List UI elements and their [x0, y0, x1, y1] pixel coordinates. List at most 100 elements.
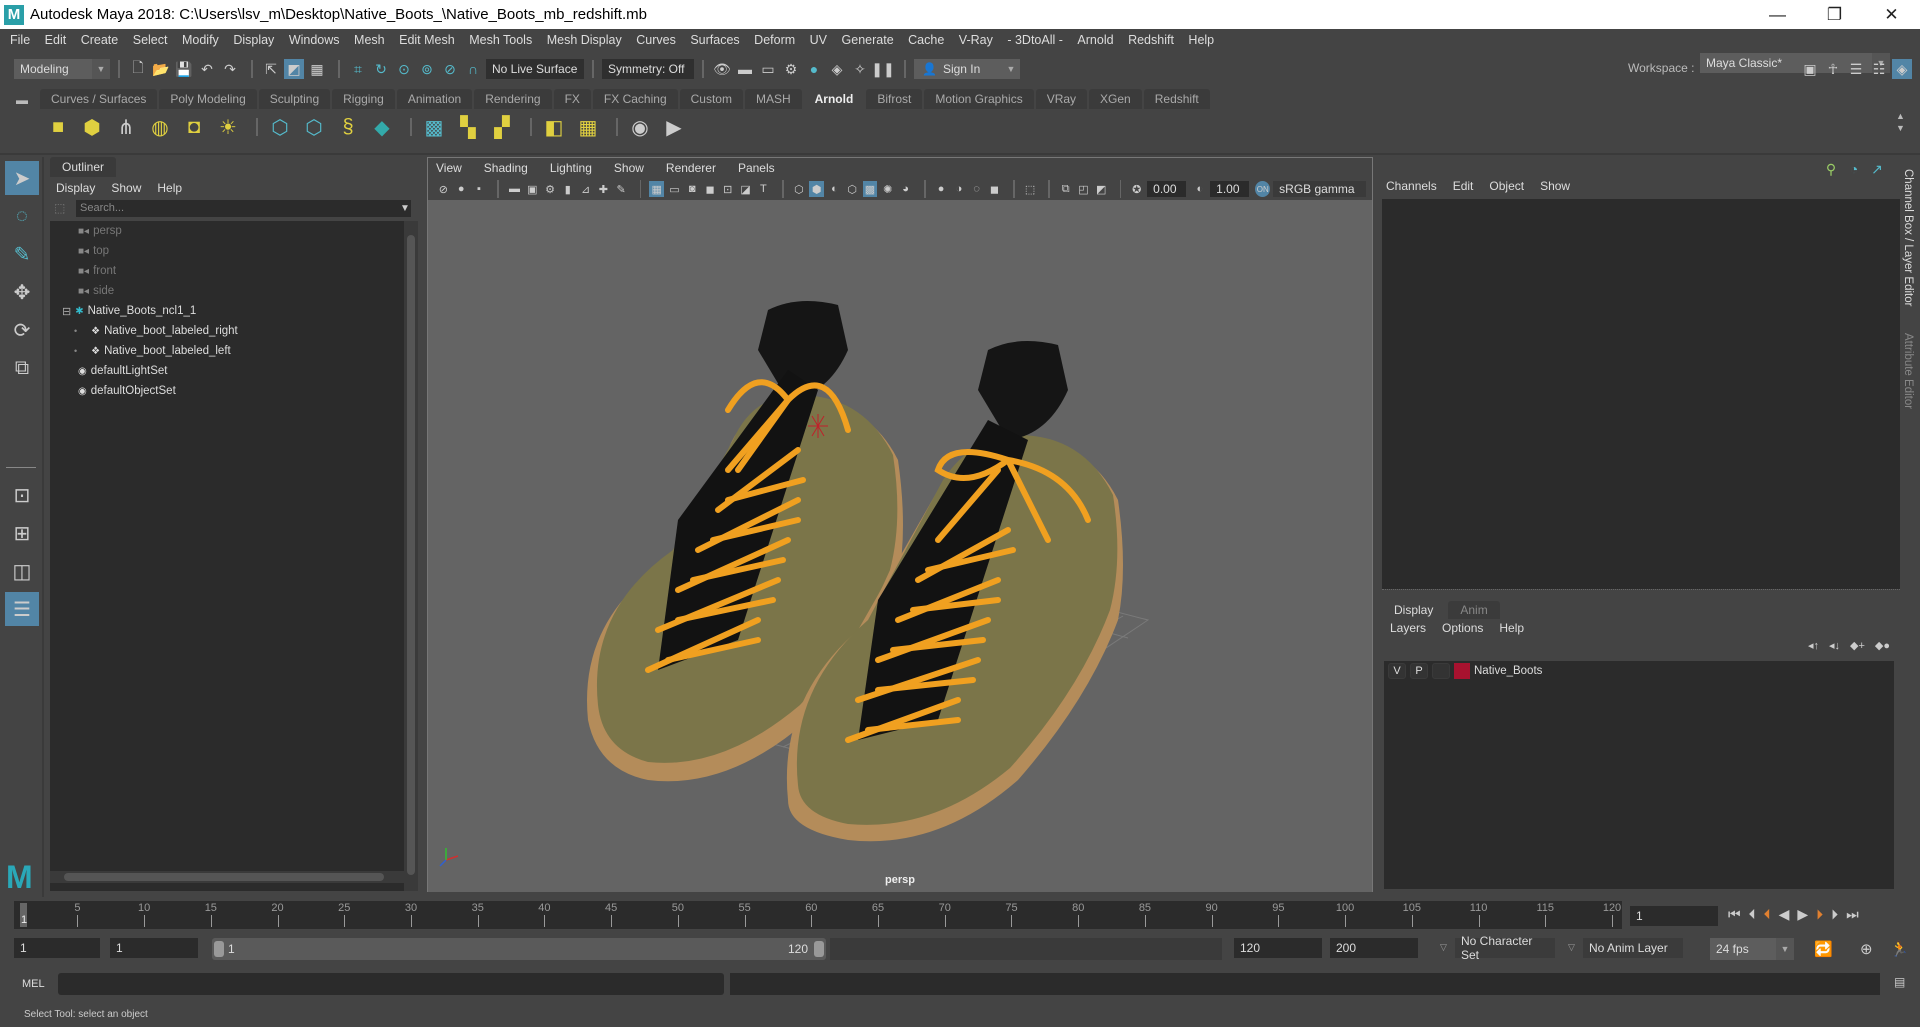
- area-light-icon[interactable]: ■: [44, 113, 72, 141]
- outliner-menu-display[interactable]: Display: [56, 181, 95, 195]
- menu-display[interactable]: Display: [233, 33, 274, 47]
- xray-icon[interactable]: ⧉: [1058, 181, 1073, 197]
- select-component-icon[interactable]: ▦: [307, 59, 327, 79]
- open-scene-icon[interactable]: 📂: [151, 59, 171, 79]
- shelf-tab-fx-caching[interactable]: FX Caching: [592, 89, 678, 109]
- viewport-menu-panels[interactable]: Panels: [738, 161, 775, 175]
- skydome-light-icon[interactable]: ◍: [146, 113, 174, 141]
- sign-in-button[interactable]: 👤 Sign In ▼: [914, 59, 1020, 79]
- play-forward-icon[interactable]: ▶: [1797, 906, 1808, 923]
- flush-textures-icon[interactable]: ▞: [488, 113, 516, 141]
- layer-menu-help[interactable]: Help: [1499, 621, 1524, 635]
- play-backward-icon[interactable]: ◀: [1779, 906, 1790, 923]
- viewport-menu-show[interactable]: Show: [614, 161, 644, 175]
- camera-attributes-icon[interactable]: ▬: [507, 181, 522, 197]
- snap-view-icon[interactable]: ⊚: [417, 59, 437, 79]
- redo-icon[interactable]: ↷: [220, 59, 240, 79]
- mesh-light-icon[interactable]: ⬢: [78, 113, 106, 141]
- outliner-item[interactable]: ■◂ side: [50, 281, 405, 301]
- undo-icon[interactable]: ↶: [197, 59, 217, 79]
- step-back-key-icon[interactable]: ⏴: [1764, 906, 1771, 923]
- snap-point-icon[interactable]: ⊙: [394, 59, 414, 79]
- shadows-icon[interactable]: ◕: [898, 181, 913, 197]
- motion-blur-icon[interactable]: ◑: [952, 181, 967, 197]
- viewport-menu-lighting[interactable]: Lighting: [550, 161, 592, 175]
- auto-key-icon[interactable]: ⊕: [1860, 940, 1873, 958]
- menu-uv[interactable]: UV: [810, 33, 827, 47]
- menu-v-ray[interactable]: V-Ray: [959, 33, 993, 47]
- physical-sky-icon[interactable]: ☀: [214, 113, 242, 141]
- wireframe-on-shaded-icon[interactable]: ⬡: [845, 181, 860, 197]
- menu-modify[interactable]: Modify: [182, 33, 219, 47]
- safe-title-icon[interactable]: T: [756, 181, 771, 197]
- outliner-menu-show[interactable]: Show: [111, 181, 141, 195]
- new-layer-icon[interactable]: ◆+: [1850, 639, 1865, 652]
- scrollbar-thumb[interactable]: [407, 235, 415, 875]
- start-time-field[interactable]: 1: [14, 938, 100, 958]
- channel-box-icon[interactable]: ◈: [1892, 59, 1912, 79]
- new-layer-selected-icon[interactable]: ◆●: [1875, 639, 1890, 652]
- layer-menu-options[interactable]: Options: [1442, 621, 1483, 635]
- layer-row[interactable]: V P Native_Boots: [1384, 661, 1894, 681]
- gate-mask-icon[interactable]: ◼: [703, 181, 718, 197]
- save-scene-icon[interactable]: 💾: [174, 59, 194, 79]
- outliner-tab[interactable]: Outliner: [50, 157, 117, 177]
- anim-layer-arrow-icon[interactable]: ▽: [1568, 942, 1575, 953]
- render-frame-icon[interactable]: ▬: [735, 59, 755, 79]
- character-set-arrow-icon[interactable]: ▽: [1440, 942, 1447, 953]
- current-frame-field[interactable]: 1: [1630, 906, 1718, 926]
- shelf-tab-animation[interactable]: Animation: [396, 89, 473, 109]
- lock-camera-icon[interactable]: ●: [454, 181, 469, 197]
- texture-icon[interactable]: ▦: [574, 113, 602, 141]
- tool-settings-icon[interactable]: ☷: [1869, 59, 1889, 79]
- viewport-menu-view[interactable]: View: [436, 161, 462, 175]
- character-set-field[interactable]: No Character Set: [1455, 934, 1555, 962]
- render-view-icon[interactable]: 👁: [712, 59, 732, 79]
- depth-of-field-icon[interactable]: ◼: [987, 181, 1002, 197]
- viewport-menu-renderer[interactable]: Renderer: [666, 161, 716, 175]
- hypershade-icon[interactable]: ●: [804, 59, 824, 79]
- isolate-select-icon[interactable]: ⬚: [1023, 181, 1038, 197]
- fps-dropdown[interactable]: 24 fps ▼: [1710, 938, 1794, 960]
- human-ik-icon[interactable]: ☥: [1823, 59, 1843, 79]
- 2d-pan-zoom-icon[interactable]: ✚: [596, 181, 611, 197]
- shelf-tab-sculpting[interactable]: Sculpting: [258, 89, 331, 109]
- display-type-toggle[interactable]: [1432, 663, 1450, 679]
- layer-tab-display[interactable]: Display: [1382, 601, 1446, 619]
- pause-icon[interactable]: ❚❚: [871, 59, 894, 79]
- ipr-view-icon[interactable]: ◉: [626, 113, 654, 141]
- shelf-scroll[interactable]: ▲ ▼: [1896, 110, 1905, 134]
- bookmarks-icon[interactable]: ▪: [472, 181, 487, 197]
- ambient-occlusion-icon[interactable]: ●: [934, 181, 949, 197]
- snap-curve-icon[interactable]: ↻: [371, 59, 391, 79]
- attribute-editor-icon[interactable]: ☰: [1846, 59, 1866, 79]
- panel-splitter[interactable]: [1382, 589, 1900, 595]
- select-hierarchy-icon[interactable]: ⇱: [261, 59, 281, 79]
- viewport-menu-shading[interactable]: Shading: [484, 161, 528, 175]
- tab-attribute-editor[interactable]: Attribute Editor: [1902, 333, 1914, 409]
- layer-tab-anim[interactable]: Anim: [1448, 601, 1500, 619]
- shelf-tab-xgen[interactable]: XGen: [1089, 89, 1142, 109]
- volume-icon[interactable]: ◆: [368, 113, 396, 141]
- outliner-item[interactable]: ◉ defaultLightSet: [50, 361, 405, 381]
- command-input[interactable]: [58, 973, 724, 995]
- move-layer-down-icon[interactable]: ◂↓: [1829, 639, 1840, 652]
- search-options-icon[interactable]: ▼: [400, 203, 410, 214]
- time-slider-track[interactable]: 1 5 10 15 20 25 30 35 40 45 50 55 60 65 70 75 80 85 90 95 1…: [14, 901, 1622, 929]
- menu-redshift[interactable]: Redshift: [1128, 33, 1174, 47]
- export-standin-icon[interactable]: ⬡: [300, 113, 328, 141]
- menu-cache[interactable]: Cache: [908, 33, 944, 47]
- outliner-search-input[interactable]: Search...: [76, 200, 411, 217]
- step-back-frame-icon[interactable]: ⏴: [1749, 906, 1756, 923]
- shelf-tab-bifrost[interactable]: Bifrost: [866, 89, 923, 109]
- menu-deform[interactable]: Deform: [754, 33, 795, 47]
- outliner-scrollbar[interactable]: [404, 221, 418, 891]
- menu-curves[interactable]: Curves: [636, 33, 676, 47]
- menu-mesh-display[interactable]: Mesh Display: [547, 33, 622, 47]
- shelf-tab-rendering[interactable]: Rendering: [474, 89, 552, 109]
- render-settings-icon[interactable]: ⚙: [781, 59, 801, 79]
- curve-collector-icon[interactable]: §: [334, 113, 362, 141]
- shelf-tabs-icon[interactable]: ▬: [16, 93, 28, 107]
- go-to-start-icon[interactable]: ⏮: [1728, 906, 1741, 923]
- tx-manager-icon[interactable]: ▚: [454, 113, 482, 141]
